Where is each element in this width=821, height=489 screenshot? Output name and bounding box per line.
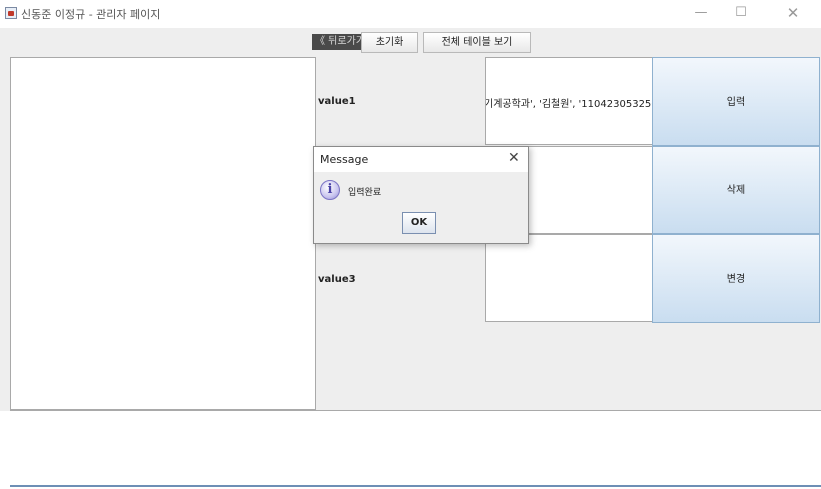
close-window-button[interactable]: ✕: [774, 0, 812, 28]
update-button[interactable]: 변경: [652, 234, 820, 323]
left-table-area[interactable]: [10, 57, 316, 410]
value1-field[interactable]: 기계공학과', '김철원', '110423053256');: [485, 57, 653, 145]
ok-button[interactable]: OK: [402, 212, 436, 234]
value1-label: value1: [318, 96, 356, 107]
bottom-output-area[interactable]: [10, 410, 821, 487]
dialog-title: Message: [320, 153, 369, 166]
message-dialog: Message ✕ i 입력완료 OK: [313, 146, 529, 244]
back-button[interactable]: 《 뒤로가기: [312, 34, 368, 50]
view-all-tables-button[interactable]: 전체 테이블 보기: [423, 32, 531, 53]
toolbar: 《 뒤로가기 초기화 전체 테이블 보기: [0, 28, 821, 57]
dialog-message: 입력완료: [348, 188, 382, 198]
dialog-close-icon[interactable]: ✕: [508, 150, 520, 166]
value3-field[interactable]: [485, 234, 653, 322]
java-app-icon: [5, 7, 17, 19]
value1-text: 기계공학과', '김철원', '110423053256');: [485, 99, 653, 110]
delete-button[interactable]: 삭제: [652, 146, 820, 234]
info-icon: i: [320, 180, 340, 200]
window-title: 신동준 이정규 - 관리자 페이지: [21, 8, 161, 21]
reset-button[interactable]: 초기화: [361, 32, 418, 53]
maximize-button[interactable]: ☐: [722, 0, 760, 28]
dialog-body: i 입력완료 OK: [314, 172, 528, 243]
title-bar: 신동준 이정규 - 관리자 페이지 — ☐ ✕: [0, 0, 821, 29]
value3-label: value3: [318, 274, 356, 285]
minimize-button[interactable]: —: [682, 0, 720, 28]
insert-button[interactable]: 입력: [652, 57, 820, 146]
